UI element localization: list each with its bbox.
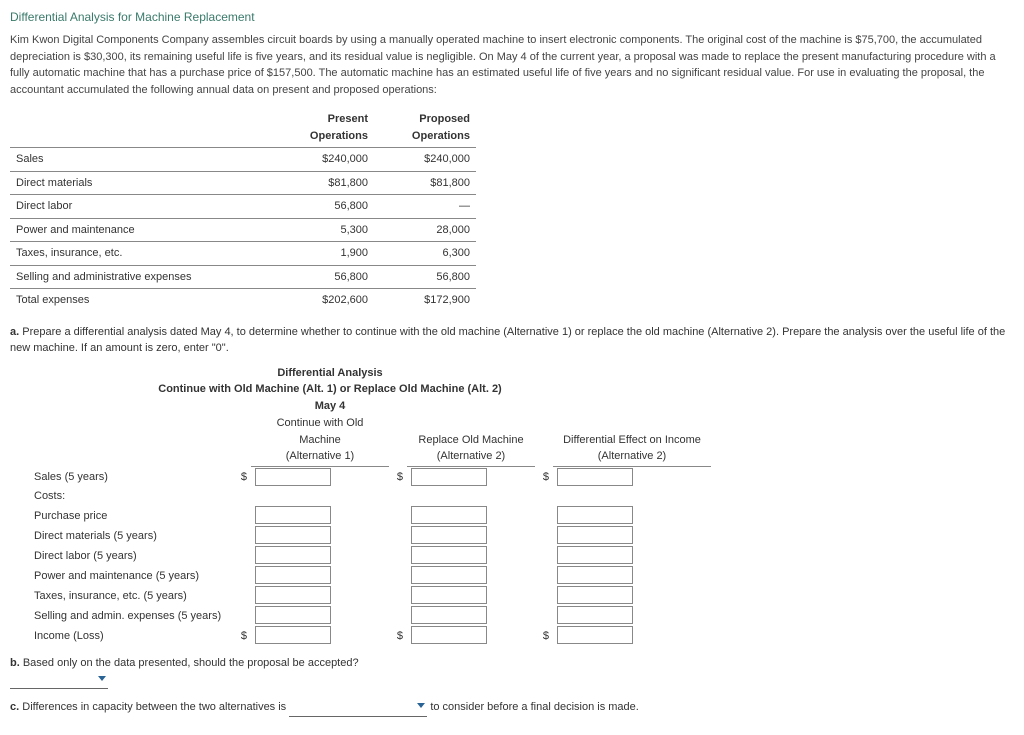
da-heading-3: May 4 [120, 398, 540, 415]
question-c: c. Differences in capacity between the t… [10, 699, 1014, 717]
col3-line2: (Alternative 2) [598, 450, 666, 462]
question-text: Based only on the data presented, should… [23, 657, 359, 669]
input-sales-diff[interactable] [557, 468, 633, 486]
question-text: Prepare a differential analysis dated Ma… [10, 326, 1005, 355]
input-pm-alt2[interactable] [411, 566, 487, 584]
input-dl-diff[interactable] [557, 546, 633, 564]
cell: 56,800 [374, 265, 476, 289]
row-label: Direct labor [10, 195, 272, 219]
col1-line1: Continue with Old Machine [277, 417, 364, 446]
input-purchase-alt1[interactable] [255, 506, 331, 524]
ws-row-label: Costs: [30, 487, 233, 506]
input-sa-diff[interactable] [557, 606, 633, 624]
input-dm-alt1[interactable] [255, 526, 331, 544]
row-label: Selling and administrative expenses [10, 265, 272, 289]
col-proposed: Proposed Operations [374, 108, 476, 148]
cell: $202,600 [272, 289, 374, 312]
cell: 6,300 [374, 242, 476, 266]
ws-row-label: Power and maintenance (5 years) [30, 565, 233, 585]
row-label: Power and maintenance [10, 218, 272, 242]
col3-line1: Differential Effect on Income [563, 434, 701, 446]
cell: 5,300 [272, 218, 374, 242]
col2-line1: Replace Old Machine [418, 434, 523, 446]
row-label: Sales [10, 148, 272, 172]
ws-row-label: Direct labor (5 years) [30, 545, 233, 565]
cell: — [374, 195, 476, 219]
ws-row-label: Taxes, insurance, etc. (5 years) [30, 585, 233, 605]
dropdown-b[interactable] [10, 672, 108, 690]
ws-row-label: Income (Loss) [30, 625, 233, 645]
cell: $172,900 [374, 289, 476, 312]
input-sales-alt1[interactable] [255, 468, 331, 486]
row-label: Direct materials [10, 171, 272, 195]
da-heading-1: Differential Analysis [120, 365, 540, 382]
input-dm-diff[interactable] [557, 526, 633, 544]
page-title: Differential Analysis for Machine Replac… [10, 8, 1014, 26]
question-text-pre: Differences in capacity between the two … [22, 701, 286, 713]
cell: $81,800 [374, 171, 476, 195]
question-letter: b. [10, 657, 20, 669]
question-letter: c. [10, 701, 19, 713]
input-sa-alt2[interactable] [411, 606, 487, 624]
col-present: Present Operations [272, 108, 374, 148]
question-b: b. Based only on the data presented, sho… [10, 655, 1014, 689]
question-letter: a. [10, 326, 19, 338]
cell: 1,900 [272, 242, 374, 266]
da-heading-2: Continue with Old Machine (Alt. 1) or Re… [120, 381, 540, 398]
ws-row-label: Purchase price [30, 505, 233, 525]
intro-paragraph: Kim Kwon Digital Components Company asse… [10, 32, 1014, 98]
input-sa-alt1[interactable] [255, 606, 331, 624]
row-label: Taxes, insurance, etc. [10, 242, 272, 266]
input-dl-alt1[interactable] [255, 546, 331, 564]
ws-row-label: Direct materials (5 years) [30, 525, 233, 545]
cell: $81,800 [272, 171, 374, 195]
input-pm-diff[interactable] [557, 566, 633, 584]
dropdown-c[interactable] [289, 699, 427, 717]
question-text-post: to consider before a final decision is m… [430, 701, 639, 713]
cell: $240,000 [272, 148, 374, 172]
input-dl-alt2[interactable] [411, 546, 487, 564]
input-tax-alt1[interactable] [255, 586, 331, 604]
row-label: Total expenses [10, 289, 272, 312]
differential-analysis-worksheet: Continue with Old Machine (Alternative 1… [30, 414, 711, 645]
input-income-diff[interactable] [557, 626, 633, 644]
input-pm-alt1[interactable] [255, 566, 331, 584]
ws-row-label: Selling and admin. expenses (5 years) [30, 605, 233, 625]
cell: 56,800 [272, 265, 374, 289]
input-purchase-diff[interactable] [557, 506, 633, 524]
input-purchase-alt2[interactable] [411, 506, 487, 524]
ws-row-label: Sales (5 years) [30, 466, 233, 487]
cell: 56,800 [272, 195, 374, 219]
col1-line2: (Alternative 1) [286, 450, 354, 462]
input-tax-diff[interactable] [557, 586, 633, 604]
question-a: a. Prepare a differential analysis dated… [10, 324, 1014, 357]
input-tax-alt2[interactable] [411, 586, 487, 604]
input-dm-alt2[interactable] [411, 526, 487, 544]
input-sales-alt2[interactable] [411, 468, 487, 486]
input-income-alt2[interactable] [411, 626, 487, 644]
input-income-alt1[interactable] [255, 626, 331, 644]
operations-table: Present Operations Proposed Operations S… [10, 108, 476, 312]
cell: $240,000 [374, 148, 476, 172]
cell: 28,000 [374, 218, 476, 242]
col2-line2: (Alternative 2) [437, 450, 505, 462]
